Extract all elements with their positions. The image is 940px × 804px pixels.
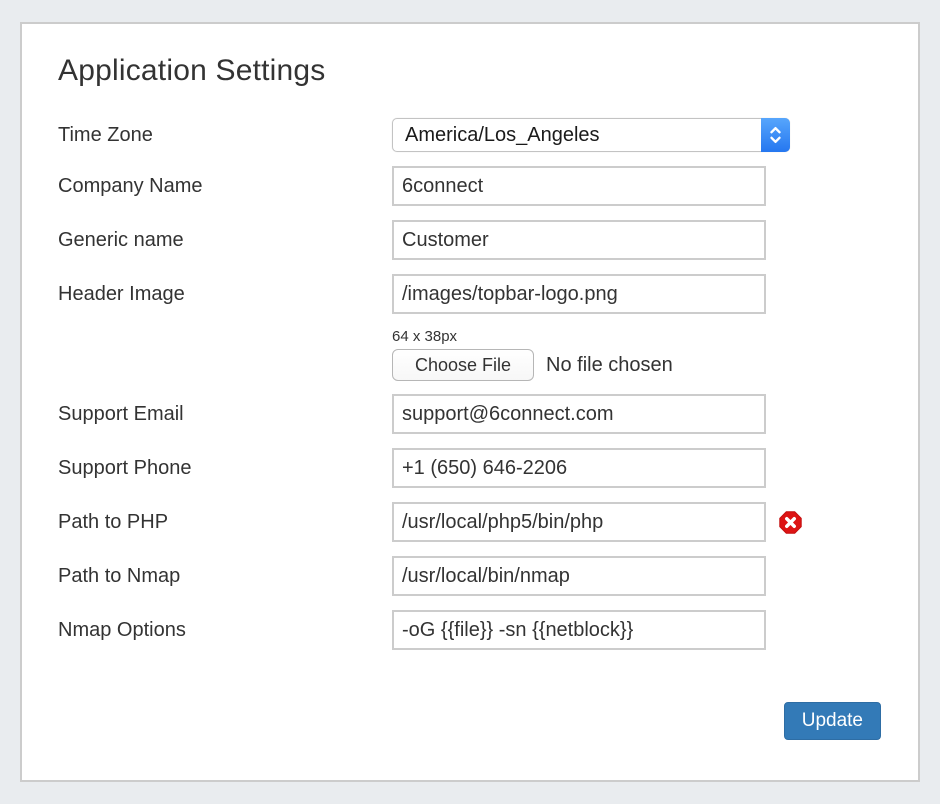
update-button[interactable]: Update bbox=[784, 702, 881, 740]
settings-card: Application Settings Time Zone America/L… bbox=[20, 22, 920, 782]
row-time-zone: Time Zone America/Los_Angeles bbox=[58, 118, 918, 152]
time-zone-select[interactable]: America/Los_Angeles bbox=[392, 118, 790, 152]
header-image-size-hint: 64 x 38px bbox=[392, 328, 918, 345]
file-chosen-status: No file chosen bbox=[546, 354, 673, 377]
row-support-phone: Support Phone bbox=[58, 448, 918, 488]
row-nmap-options: Nmap Options bbox=[58, 610, 918, 650]
time-zone-label: Time Zone bbox=[58, 124, 392, 147]
row-path-php: Path to PHP bbox=[58, 502, 918, 542]
page-title: Application Settings bbox=[58, 54, 918, 88]
path-php-input[interactable] bbox=[392, 502, 766, 542]
row-path-nmap: Path to Nmap bbox=[58, 556, 918, 596]
row-generic-name: Generic name bbox=[58, 220, 918, 260]
row-header-image: Header Image bbox=[58, 274, 918, 314]
time-zone-selected-value: America/Los_Angeles bbox=[393, 124, 600, 147]
company-name-label: Company Name bbox=[58, 175, 392, 198]
support-phone-input[interactable] bbox=[392, 448, 766, 488]
support-email-input[interactable] bbox=[392, 394, 766, 434]
support-email-label: Support Email bbox=[58, 403, 392, 426]
row-support-email: Support Email bbox=[58, 394, 918, 434]
generic-name-input[interactable] bbox=[392, 220, 766, 260]
generic-name-label: Generic name bbox=[58, 229, 392, 252]
actions-row: Update bbox=[58, 702, 881, 740]
nmap-options-label: Nmap Options bbox=[58, 619, 392, 642]
company-name-input[interactable] bbox=[392, 166, 766, 206]
support-phone-label: Support Phone bbox=[58, 457, 392, 480]
header-image-input[interactable] bbox=[392, 274, 766, 314]
file-upload-row: Choose File No file chosen bbox=[392, 349, 918, 381]
nmap-options-input[interactable] bbox=[392, 610, 766, 650]
chevron-up-down-icon bbox=[761, 118, 790, 152]
path-php-label: Path to PHP bbox=[58, 511, 392, 534]
row-company-name: Company Name bbox=[58, 166, 918, 206]
path-nmap-input[interactable] bbox=[392, 556, 766, 596]
error-octagon-x-icon bbox=[779, 511, 802, 534]
header-image-upload-group: 64 x 38px Choose File No file chosen bbox=[392, 328, 918, 381]
path-nmap-label: Path to Nmap bbox=[58, 565, 392, 588]
header-image-label: Header Image bbox=[58, 283, 392, 306]
choose-file-button[interactable]: Choose File bbox=[392, 349, 534, 381]
